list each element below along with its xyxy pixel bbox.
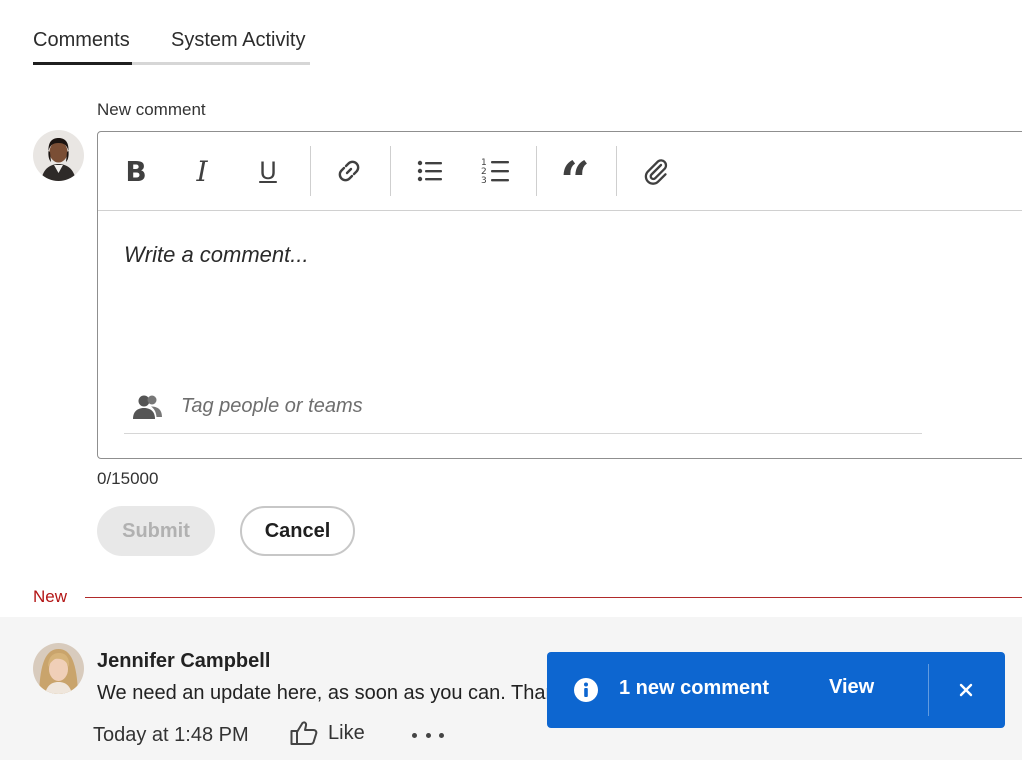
comment-timestamp: Today at 1:48 PM — [93, 724, 249, 746]
dot — [412, 732, 417, 738]
like-button[interactable]: Like — [290, 720, 365, 746]
tag-people-placeholder: Tag people or teams — [181, 395, 363, 417]
thumbs-up-icon — [290, 721, 318, 745]
numbered-list-icon[interactable]: 1 2 3 — [476, 151, 516, 191]
quote-glyph: “ — [560, 151, 590, 212]
character-counter: 0/15000 — [97, 469, 159, 488]
commenter-avatar — [33, 643, 84, 694]
toast-message: 1 new comment — [619, 677, 770, 699]
toolbar-divider — [390, 146, 391, 196]
toolbar-divider — [310, 146, 311, 196]
comment-editor[interactable]: B I U 1 2 3 “ Write a comment... Tag peo… — [97, 131, 1022, 459]
new-comment-label: New comment — [97, 100, 206, 119]
submit-button[interactable]: Submit — [97, 506, 215, 556]
italic-icon[interactable]: I — [182, 151, 222, 191]
tab-comments[interactable]: Comments — [33, 29, 130, 52]
comment-author: Jennifer Campbell — [97, 650, 271, 672]
more-options-icon[interactable] — [412, 725, 444, 745]
new-divider-line — [85, 597, 1022, 598]
like-label: Like — [328, 721, 365, 744]
comment-body: We need an update here, as soon as you c… — [97, 682, 583, 704]
people-icon — [132, 393, 164, 426]
bold-icon[interactable]: B — [116, 151, 156, 191]
new-comment-toast: 1 new comment View — [547, 652, 1005, 728]
info-icon — [574, 678, 598, 702]
italic-glyph: I — [196, 154, 208, 188]
formatting-toolbar: B I U 1 2 3 “ — [98, 132, 1022, 211]
bullet-list-icon[interactable] — [410, 151, 450, 191]
dot — [425, 732, 431, 738]
underline-glyph: U — [259, 157, 277, 185]
tab-selected-indicator — [33, 62, 132, 65]
underline-icon[interactable]: U — [248, 151, 288, 191]
new-divider-label: New — [33, 587, 68, 606]
quote-icon[interactable]: “ — [555, 151, 595, 208]
bold-glyph: B — [125, 154, 147, 188]
toolbar-divider — [536, 146, 537, 196]
dot — [439, 732, 444, 738]
toast-divider — [928, 664, 929, 716]
tab-system-activity[interactable]: System Activity — [171, 29, 305, 52]
tag-people-field[interactable]: Tag people or teams — [124, 387, 922, 434]
toolbar-divider — [616, 146, 617, 196]
attachment-icon[interactable] — [636, 151, 676, 191]
link-icon[interactable] — [329, 151, 369, 191]
close-icon[interactable] — [952, 676, 980, 704]
cancel-button[interactable]: Cancel — [240, 506, 355, 556]
current-user-avatar — [33, 130, 84, 181]
toast-view-button[interactable]: View — [829, 676, 874, 699]
svg-text:3: 3 — [481, 176, 487, 186]
comment-placeholder[interactable]: Write a comment... — [124, 242, 309, 268]
